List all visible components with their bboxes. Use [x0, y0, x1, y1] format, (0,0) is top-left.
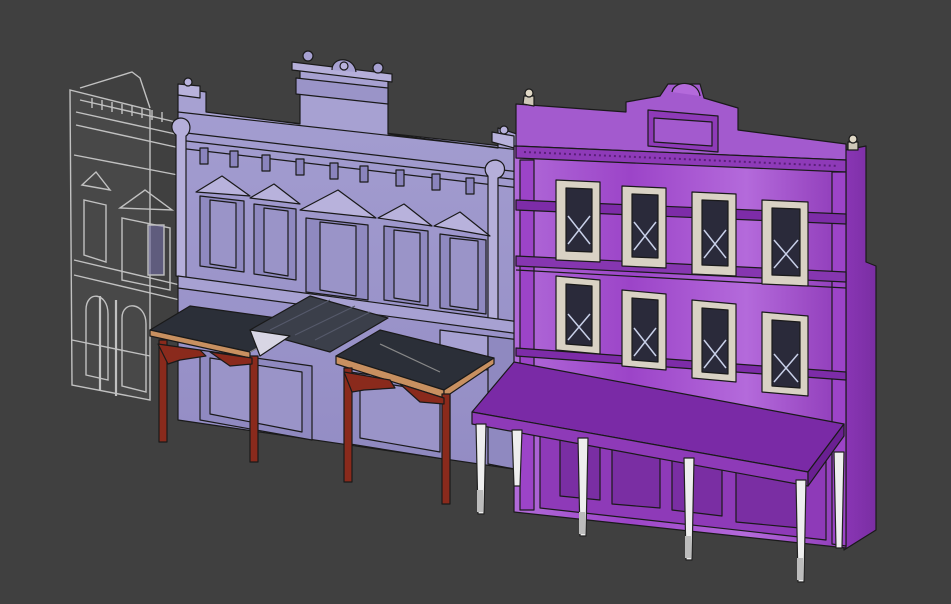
purple-building-right	[513, 82, 877, 551]
scene-render	[69, 50, 877, 583]
3d-viewport[interactable]	[0, 0, 951, 604]
